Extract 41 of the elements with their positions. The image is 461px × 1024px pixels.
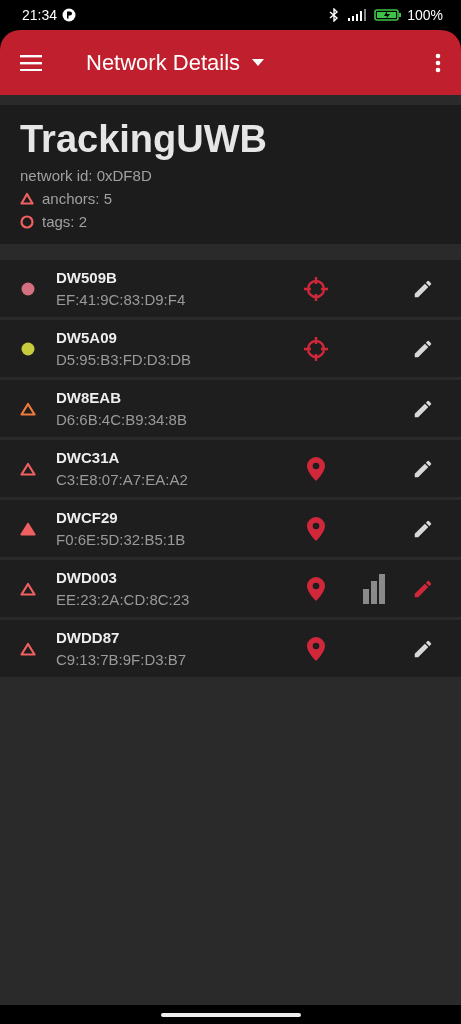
device-address: C3:E8:07:A7:EA:A2 bbox=[56, 471, 189, 488]
device-address: F0:6E:5D:32:B5:1B bbox=[56, 531, 187, 548]
device-name: DW509B bbox=[56, 269, 118, 286]
menu-icon bbox=[20, 54, 42, 71]
circle-icon bbox=[20, 214, 34, 229]
location-pin-icon[interactable] bbox=[307, 636, 325, 661]
caret-icon bbox=[252, 59, 265, 66]
network-id: network id: 0xDF8D bbox=[20, 167, 153, 184]
device-row[interactable]: DWDD87 C9:13:7B:9F:D3:B7 bbox=[0, 620, 461, 677]
device-address: EE:23:2A:CD:8C:23 bbox=[56, 591, 191, 608]
device-name: DW5A09 bbox=[56, 329, 118, 346]
location-pin-icon[interactable] bbox=[307, 576, 325, 601]
device-name: DWD003 bbox=[56, 569, 118, 586]
tags-count: tags: 2 bbox=[42, 213, 88, 230]
device-row[interactable]: DWD003 EE:23:2A:CD:8C:23 bbox=[0, 560, 461, 617]
device-name: DWDD87 bbox=[56, 629, 121, 646]
home-indicator[interactable] bbox=[160, 1012, 301, 1017]
device-address: D6:6B:4C:B9:34:8B bbox=[56, 411, 188, 428]
device-address: C9:13:7B:9F:D3:B7 bbox=[56, 651, 188, 668]
device-name: DW8EAB bbox=[56, 389, 122, 406]
battery-icon bbox=[374, 8, 403, 22]
device-row[interactable]: DW8EAB D6:6B:4C:B9:34:8B bbox=[0, 380, 461, 437]
device-row[interactable]: DW5A09 D5:95:B3:FD:D3:DB bbox=[0, 320, 461, 377]
device-row[interactable]: DWC31A C3:E8:07:A7:EA:A2 bbox=[0, 440, 461, 497]
crosshair-icon[interactable] bbox=[303, 335, 329, 362]
network-name: TrackingUWB bbox=[20, 117, 269, 161]
device-name: DWCF29 bbox=[56, 509, 119, 526]
app-notification-icon bbox=[62, 8, 77, 22]
anchors-count: anchors: 5 bbox=[42, 190, 113, 207]
device-address: D5:95:B3:FD:D3:DB bbox=[56, 351, 193, 368]
device-row[interactable]: DW509B EF:41:9C:83:D9:F4 bbox=[0, 260, 461, 317]
crosshair-icon[interactable] bbox=[303, 275, 329, 302]
triangle-icon bbox=[20, 192, 34, 205]
location-pin-icon[interactable] bbox=[307, 516, 325, 541]
device-address: EF:41:9C:83:D9:F4 bbox=[56, 291, 187, 308]
device-row[interactable]: DWCF29 F0:6E:5D:32:B5:1B bbox=[0, 500, 461, 557]
status-time: 21:34 bbox=[22, 7, 58, 23]
location-pin-icon[interactable] bbox=[307, 456, 325, 481]
device-name: DWC31A bbox=[56, 449, 121, 466]
battery-level: 100% bbox=[407, 7, 443, 23]
more-options-icon bbox=[435, 52, 441, 73]
